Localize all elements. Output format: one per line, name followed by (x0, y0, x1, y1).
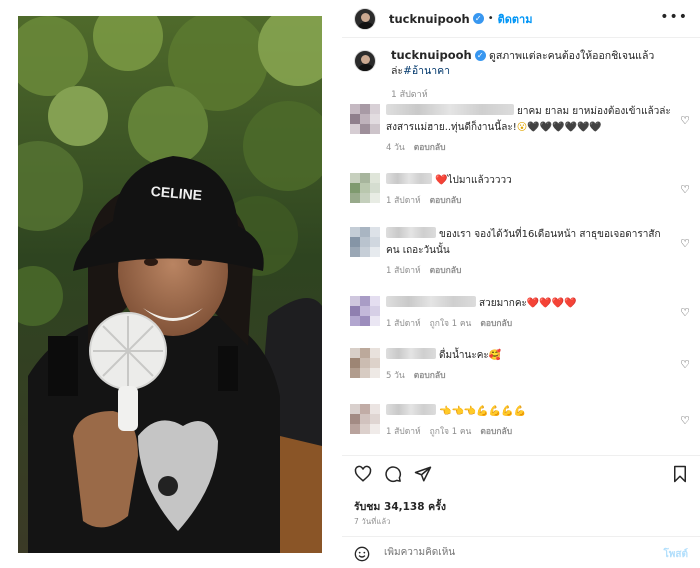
comment-emoji: ❤️ (435, 175, 448, 186)
verified-icon: ✓ (472, 13, 484, 24)
action-icons-row (342, 456, 700, 494)
comment-meta: 1 สัปดาห์ ตอบกลับ (386, 263, 696, 277)
comment-text: สวยมากคะ❤️❤️❤️❤️ (386, 296, 696, 312)
comment-emoji: 😮 (516, 122, 528, 133)
comment-time[interactable]: 5 วัน (386, 371, 405, 381)
post-actions: รับชม 34,138 ครั้ง 7 วันที่แล้ว โพสต์ (342, 455, 700, 568)
comment-time[interactable]: 1 สัปดาห์ (386, 266, 421, 276)
heart-icon[interactable] (354, 465, 372, 487)
caption-text: tucknuipooh ✓ ดูสภาพแต่ละคนต้องให้ออกชิเจ… (391, 48, 684, 79)
comment-likes[interactable]: ถูกใจ 1 คน (430, 319, 472, 329)
comment-time[interactable]: 4 วัน (386, 143, 405, 153)
caption-meta: 1 สัปดาห์ (391, 87, 684, 101)
comment-text: ❤️ไปมาแล้ววววว (386, 173, 696, 189)
comment-item: ของเรา จองได้วันที่16เดือนหน้า สาธุขอเจอ… (350, 227, 696, 277)
comment-item: ❤️ไปมาแล้ววววว 1 สัปดาห์ ตอบกลับ ♡ (350, 173, 696, 207)
comment-item: 👈👈👈💪💪💪💪 1 สัปดาห์ ถูกใจ 1 คน ตอบกลับ ♡ (350, 404, 696, 438)
comment-item: ยาคม ยาลม ยาหม่องต้องเข้าแล้วล่ะ สงสารแม… (350, 104, 696, 154)
post-caption: tucknuipooh ✓ ดูสภาพแต่ละคนต้องให้ออกชิเจ… (354, 48, 684, 101)
comment-time[interactable]: 1 สัปดาห์ (386, 196, 421, 206)
commenter-avatar-blurred[interactable] (350, 296, 380, 326)
post-comment-button[interactable]: โพสต์ (663, 547, 688, 562)
commenter-avatar-blurred[interactable] (350, 404, 380, 434)
blurred-username[interactable] (386, 173, 432, 184)
blurred-username[interactable] (386, 227, 436, 238)
comment-meta: 5 วัน ตอบกลับ (386, 368, 696, 382)
reply-button[interactable]: ตอบกลับ (430, 266, 462, 276)
comment-likes[interactable]: ถูกใจ 1 คน (430, 427, 472, 437)
comments-list[interactable]: tucknuipooh ✓ ดูสภาพแต่ละคนต้องให้ออกชิเจ… (342, 40, 700, 452)
blurred-username[interactable] (386, 348, 436, 359)
commenter-avatar-blurred[interactable] (350, 173, 380, 203)
avatar[interactable] (354, 7, 376, 30)
separator-dot: • (487, 13, 494, 24)
username-link[interactable]: tucknuipooh (389, 12, 470, 26)
share-icon[interactable] (414, 465, 432, 487)
blurred-username[interactable] (386, 296, 476, 307)
comment-emoji: 👈👈👈💪💪💪💪 (439, 406, 527, 417)
post-details-panel: tucknuipooh ✓ • ติดตาม ••• tucknuipooh ✓ … (342, 0, 700, 568)
commenter-avatar-blurred[interactable] (350, 227, 380, 257)
post-header: tucknuipooh ✓ • ติดตาม ••• (342, 0, 700, 38)
reply-button[interactable]: ตอบกลับ (480, 427, 512, 437)
comment-time[interactable]: 1 สัปดาห์ (386, 427, 421, 437)
comment-hearts: ❤️❤️❤️❤️ (526, 298, 577, 309)
reply-button[interactable]: ตอบกลับ (414, 143, 446, 153)
comment-item: สวยมากคะ❤️❤️❤️❤️ 1 สัปดาห์ ถูกใจ 1 คน ตอบก… (350, 296, 696, 330)
post-media[interactable]: CELINE (18, 16, 322, 553)
emoji-icon[interactable] (354, 546, 370, 566)
comment-meta: 1 สัปดาห์ ถูกใจ 1 คน ตอบกลับ (386, 316, 696, 330)
reply-button[interactable]: ตอบกลับ (414, 371, 446, 381)
comment-icon[interactable] (384, 465, 402, 487)
bookmark-icon[interactable] (672, 465, 688, 487)
comment-meta: 1 สัปดาห์ ถูกใจ 1 คน ตอบกลับ (386, 424, 696, 438)
avatar[interactable] (354, 50, 376, 72)
blurred-username[interactable] (386, 404, 436, 415)
comment-text: ของเรา จองได้วันที่16เดือนหน้า สาธุขอเจอ… (386, 227, 696, 259)
commenter-avatar-blurred[interactable] (350, 104, 380, 134)
comment-time[interactable]: 1 สัปดาห์ (386, 319, 421, 329)
like-comment-heart-icon[interactable]: ♡ (680, 183, 690, 196)
commenter-avatar-blurred[interactable] (350, 348, 380, 378)
add-comment-row: โพสต์ (342, 536, 700, 568)
more-options-icon[interactable]: ••• (660, 9, 688, 25)
comment-meta: 4 วัน ตอบกลับ (386, 140, 696, 154)
verified-icon: ✓ (474, 50, 486, 61)
like-comment-heart-icon[interactable]: ♡ (680, 306, 690, 319)
caption-username[interactable]: tucknuipooh (391, 48, 472, 62)
reply-button[interactable]: ตอบกลับ (430, 196, 462, 206)
caption-hashtag[interactable]: #อ้านาคา (403, 65, 450, 77)
post-photo: CELINE (18, 16, 322, 553)
add-comment-input[interactable] (384, 547, 614, 558)
caption-time[interactable]: 1 สัปดาห์ (391, 90, 428, 100)
comment-body: ไปมาแล้ววววว (447, 175, 512, 186)
reply-button[interactable]: ตอบกลับ (480, 319, 512, 329)
comment-hearts: 🖤🖤🖤🖤🖤🖤 (527, 122, 602, 133)
comment-item: ดื่มน้ำนะคะ🥰 5 วัน ตอบกลับ ♡ (350, 348, 696, 382)
like-comment-heart-icon[interactable]: ♡ (680, 114, 690, 127)
like-comment-heart-icon[interactable]: ♡ (680, 414, 690, 427)
blurred-username[interactable] (386, 104, 514, 115)
comment-body: ดื่มน้ำนะคะ (439, 350, 489, 361)
comment-body: สวยมากคะ (479, 298, 527, 309)
view-count[interactable]: รับชม 34,138 ครั้ง (354, 498, 446, 515)
comment-meta: 1 สัปดาห์ ตอบกลับ (386, 193, 696, 207)
like-comment-heart-icon[interactable]: ♡ (680, 237, 690, 250)
comment-text: ยาคม ยาลม ยาหม่องต้องเข้าแล้วล่ะ สงสารแม… (386, 104, 696, 136)
comment-text: ดื่มน้ำนะคะ🥰 (386, 348, 696, 364)
post-date[interactable]: 7 วันที่แล้ว (354, 516, 391, 528)
comment-emoji: 🥰 (488, 350, 502, 361)
like-comment-heart-icon[interactable]: ♡ (680, 358, 690, 371)
follow-button[interactable]: ติดตาม (498, 10, 533, 28)
comment-text: 👈👈👈💪💪💪💪 (386, 404, 696, 420)
